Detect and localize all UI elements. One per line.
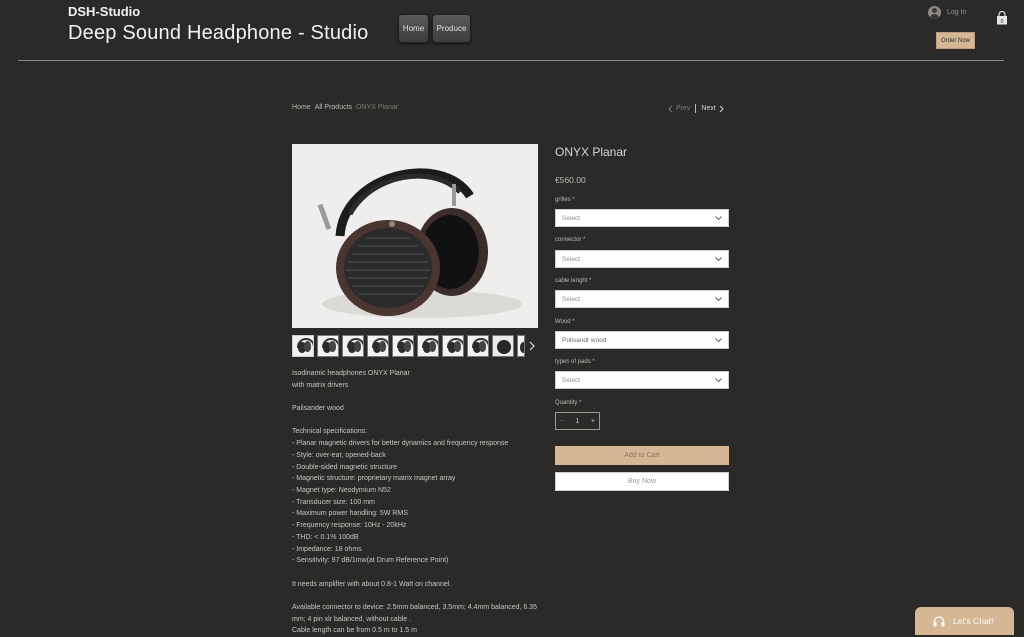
user-avatar-icon [928,6,941,19]
description-line: - THD: < 0.1% 100dB [292,533,359,541]
product-name: ONYX Planar [555,145,628,159]
thumbnail[interactable] [492,335,514,357]
description-line: - Impedance: 18 ohms [292,545,362,553]
chat-label: Let's Chat! [953,616,994,626]
pads-select-value: Select [562,376,581,384]
pads-select[interactable]: Select [555,371,729,389]
description-line: - Maximum power handling: 5W RMS [292,510,408,518]
next-link[interactable]: Next [701,105,715,112]
chevron-left-icon[interactable] [668,105,673,113]
thumbnail[interactable] [467,335,489,357]
chevron-down-icon [715,338,722,343]
thumbnail[interactable] [442,335,464,357]
pager-divider [695,104,697,113]
product-description: Isodinamic headphones ONYX Planar with m… [292,368,542,637]
description-line: Cable length can be from 0.5 m to 1.5 m [292,627,417,635]
add-to-cart-button[interactable]: Add to Cart [555,446,729,465]
nav-produce-button[interactable]: Produce [432,14,471,43]
chat-widget-button[interactable]: Let's Chat! [915,607,1014,635]
grilles-select[interactable]: Select [555,209,729,227]
chevron-down-icon [715,378,722,383]
option-label-grilles: grilles * [555,197,575,203]
description-line: It needs amplifier with about 0.8-1 Watt… [292,580,452,588]
login-link[interactable]: Log In [928,6,966,19]
header-divider [18,60,1004,61]
description-line: - Transducer size: 100 mm [292,498,375,506]
description-line: Available connector to device: 2.5mm bal… [292,604,538,611]
option-label-connector: connector * [555,237,586,243]
product-pager: Prev Next [668,104,724,113]
description-line: - Sensitivity: 97 dB/1mw(at Drum Referen… [292,557,449,565]
option-label-wood: Wood * [555,319,575,325]
breadcrumb: Home All Products ONYX Planar [292,104,398,111]
grilles-select-value: Select [562,214,581,222]
thumbnail[interactable] [317,335,339,357]
quantity-decrement-button[interactable]: − [560,418,564,425]
description-line: - Magnetic structure: proprietary matrix… [292,475,456,483]
headphones-illustration [292,144,538,328]
svg-text:0: 0 [1001,19,1004,25]
thumbnail[interactable] [392,335,414,357]
cable-length-select-value: Select [562,295,581,303]
thumbnail[interactable] [517,335,525,357]
description-line: - Double-sided magnetic structure [292,463,398,471]
quantity-stepper[interactable]: − 1 + [555,412,600,430]
order-now-button[interactable]: Order Now [936,32,975,49]
description-line: - Planar magnetic drivers for better dyn… [292,440,509,448]
connector-select[interactable]: Select [555,250,729,268]
quantity-increment-button[interactable]: + [591,418,595,425]
thumbnail[interactable] [367,335,389,357]
thumbnail-next-arrow-icon[interactable] [528,339,536,353]
wood-select[interactable]: Polisandr wood [555,331,729,349]
buy-now-button[interactable]: Buy Now [555,472,729,491]
chevron-down-icon [715,216,722,221]
thumbnail[interactable] [292,335,314,357]
chevron-down-icon [715,257,722,262]
chevron-down-icon [715,297,722,302]
description-line: with matrix drivers [292,381,349,389]
description-line: - Frequency response: 10Hz - 20kHz [292,522,407,530]
thumbnail[interactable] [342,335,364,357]
description-line: Isodinamic headphones ONYX Planar [292,370,410,377]
quantity-label: Quantity * [555,400,582,406]
description-line: mm; 4 pin xlr balanced, without cable . [292,615,412,623]
option-label-pads: types of pads * [555,359,595,365]
breadcrumb-current: ONYX Planar [356,104,399,111]
description-line: Palisander wood [292,405,344,413]
thumbnail-strip [292,335,525,357]
chevron-right-icon[interactable] [719,105,724,113]
login-label: Log In [947,9,967,16]
connector-select-value: Select [562,255,581,263]
headset-icon [933,615,945,626]
product-price: €560.00 [555,175,586,185]
product-main-image[interactable] [292,144,538,328]
option-label-cable-length: cable lenght * [555,278,592,284]
cable-length-select[interactable]: Select [555,290,729,308]
description-line: - Magnet type: Neodymium N52 [292,487,391,494]
site-title[interactable]: Deep Sound Headphone - Studio [68,22,368,45]
shopping-bag-icon[interactable]: 0 [996,11,1008,25]
nav-home-button[interactable]: Home [398,14,429,43]
brand-name[interactable]: DSH-Studio [68,4,140,19]
prev-link[interactable]: Prev [676,105,690,112]
thumbnail[interactable] [417,335,439,357]
breadcrumb-home[interactable]: Home [292,104,311,111]
breadcrumb-all-products[interactable]: All Products [315,104,352,111]
wood-select-value: Polisandr wood [562,336,607,344]
description-line: Technical specifications: [292,428,368,436]
description-line: - Style: over-ear, opened-back [292,451,386,459]
quantity-value[interactable]: 1 [576,418,580,425]
